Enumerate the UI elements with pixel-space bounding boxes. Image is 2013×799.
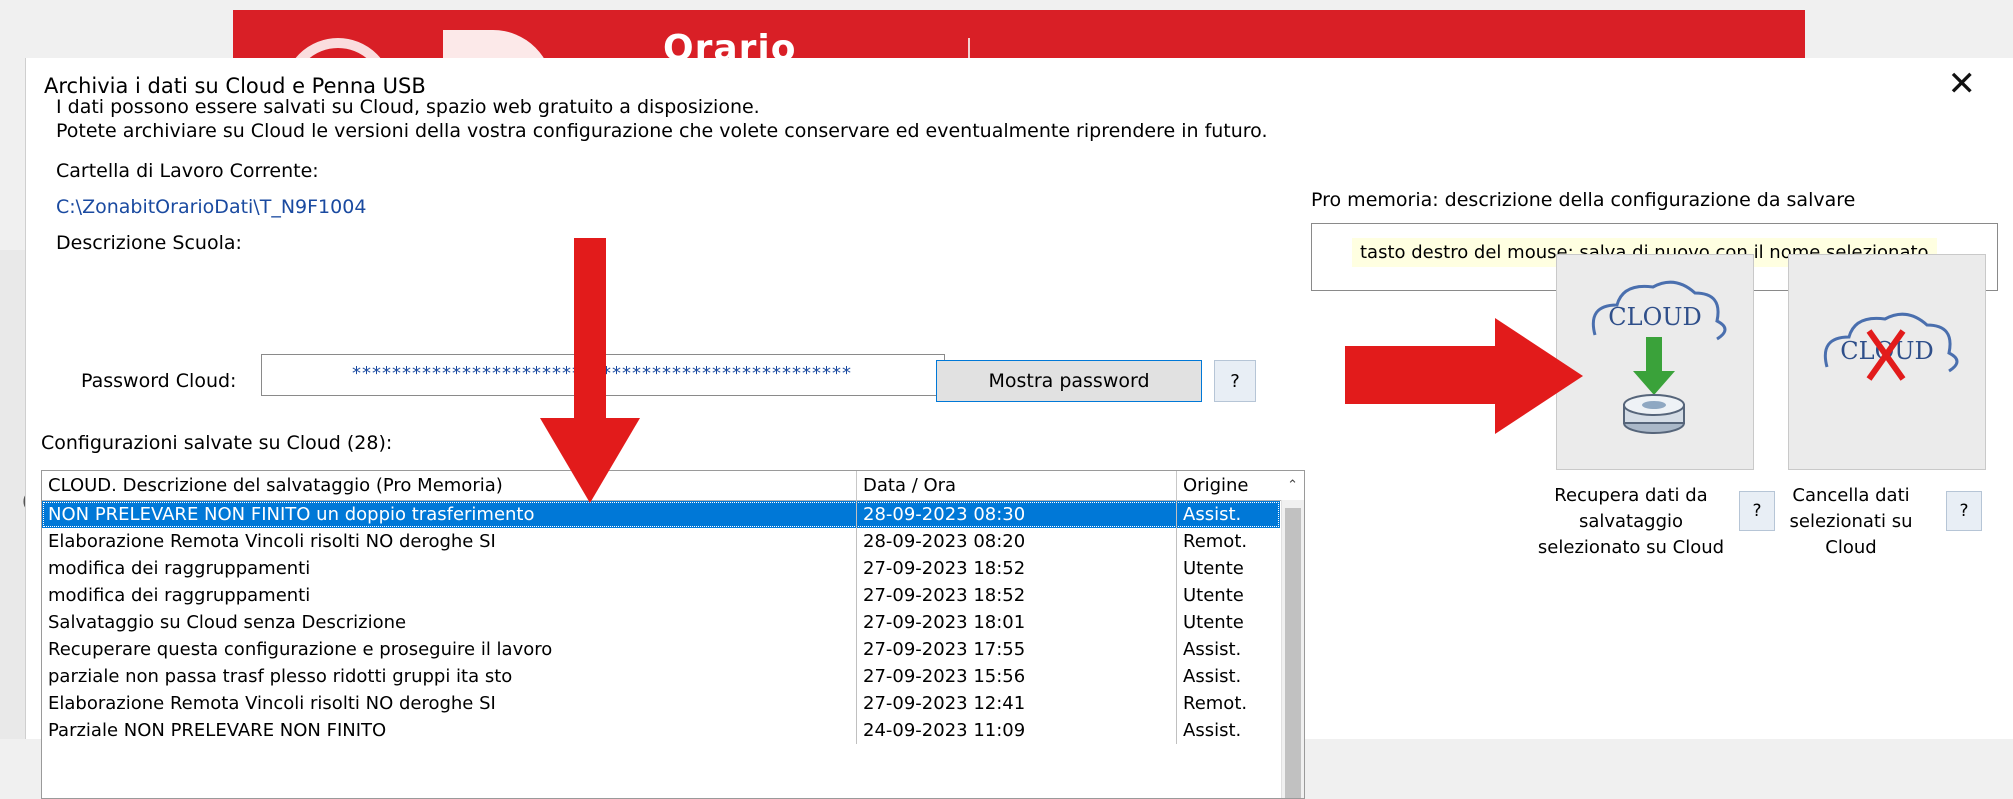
cell-date: 24-09-2023 11:09 [857,717,1177,744]
working-folder-label: Cartella di Lavoro Corrente: [56,160,319,182]
cell-origin: Assist. [1183,639,1242,660]
working-folder-path: C:\ZonabitOrarioDati\T_N9F1004 [56,196,367,218]
table-row[interactable]: NON PRELEVARE NON FINITO un doppio trasf… [42,501,1280,528]
cell-description: Elaborazione Remota Vincoli risolti NO d… [42,690,857,717]
cloud-icon-label: CLOUD [1608,303,1701,331]
info-text-line2: Potete archiviare su Cloud le versioni d… [56,120,1268,142]
cell-origin: Assist. [1183,504,1242,525]
delete-from-cloud-button[interactable]: CLOUD [1788,254,1986,470]
column-header-date[interactable]: Data / Ora [857,471,1177,500]
column-header-origin[interactable]: Origine ⌃ [1177,471,1304,500]
cell-description: Elaborazione Remota Vincoli risolti NO d… [42,528,857,555]
cloud-delete-icon: CLOUD [1823,312,1959,381]
cell-date: 27-09-2023 17:55 [857,636,1177,663]
show-password-button[interactable]: Mostra password [936,360,1202,402]
cell-description: modifica dei raggruppamenti [42,555,857,582]
column-header-description[interactable]: CLOUD. Descrizione del salvataggio (Pro … [42,471,857,500]
cell-description: parziale non passa trasf plesso ridotti … [42,663,857,690]
table-row[interactable]: parziale non passa trasf plesso ridotti … [42,663,1280,690]
cell-description: modifica dei raggruppamenti [42,582,857,609]
cell-description: Parziale NON PRELEVARE NON FINITO [42,717,857,744]
delete-caption: Cancella dati selezionati su Cloud [1789,485,1913,558]
cell-date: 27-09-2023 18:01 [857,609,1177,636]
cell-date: 27-09-2023 18:52 [857,582,1177,609]
close-icon[interactable]: ✕ [1948,64,1977,104]
configs-label: Configurazioni salvate su Cloud (28): [41,432,393,454]
cell-description: Salvataggio su Cloud senza Descrizione [42,609,857,636]
cell-origin: Utente [1183,612,1244,633]
cell-origin: Utente [1183,558,1244,579]
recover-from-cloud-button[interactable]: CLOUD [1556,254,1754,470]
arrow-right-icon [1345,318,1583,434]
table-row[interactable]: Recuperare questa configurazione e prose… [42,636,1280,663]
column-header-origin-label: Origine [1183,475,1249,496]
table-row[interactable]: modifica dei raggruppamenti 27-09-2023 18… [42,555,1280,582]
cell-date: 28-09-2023 08:30 [857,501,1177,528]
table-row[interactable]: Elaborazione Remota Vincoli risolti NO d… [42,690,1280,717]
password-label: Password Cloud: [81,370,237,392]
cell-description: Recuperare questa configurazione e prose… [42,636,857,663]
password-help-button[interactable]: ? [1214,360,1256,402]
recover-help-button[interactable]: ? [1739,491,1775,531]
cell-origin: Remot. [1183,531,1248,552]
configs-table: CLOUD. Descrizione del salvataggio (Pro … [41,470,1305,799]
table-row[interactable]: modifica dei raggruppamenti 27-09-2023 18… [42,582,1280,609]
archive-dialog: Archivia i dati su Cloud e Penna USB ✕ I… [25,58,2013,799]
memo-label: Pro memoria: descrizione della configura… [1311,189,1856,211]
table-row[interactable]: Salvataggio su Cloud senza Descrizione 27… [42,609,1280,636]
recover-caption: Recupera dati da salvataggio selezionato… [1537,485,1725,558]
cell-date: 27-09-2023 18:52 [857,555,1177,582]
vertical-scrollbar[interactable] [1281,500,1304,798]
cell-description: NON PRELEVARE NON FINITO un doppio trasf… [42,501,857,528]
cell-origin: Assist. [1183,720,1242,741]
arrow-down-icon [540,238,640,503]
cell-date: 28-09-2023 08:20 [857,528,1177,555]
delete-help-button[interactable]: ? [1946,491,1982,531]
table-header: CLOUD. Descrizione del salvataggio (Pro … [42,471,1304,501]
school-description-label: Descrizione Scuola: [56,232,242,254]
cell-date: 27-09-2023 15:56 [857,663,1177,690]
info-text-line1: I dati possono essere salvati su Cloud, … [56,96,760,118]
table-row[interactable]: Elaborazione Remota Vincoli risolti NO d… [42,528,1280,555]
cell-origin: Assist. [1183,666,1242,687]
scrollbar-thumb[interactable] [1285,508,1301,798]
chevron-up-icon: ⌃ [1287,478,1298,493]
cell-date: 27-09-2023 12:41 [857,690,1177,717]
cell-origin: Remot. [1183,693,1248,714]
cell-origin: Utente [1183,585,1244,606]
table-row[interactable]: Parziale NON PRELEVARE NON FINITO 24-09-2… [42,717,1280,744]
cloud-download-icon: CLOUD [1591,280,1727,434]
